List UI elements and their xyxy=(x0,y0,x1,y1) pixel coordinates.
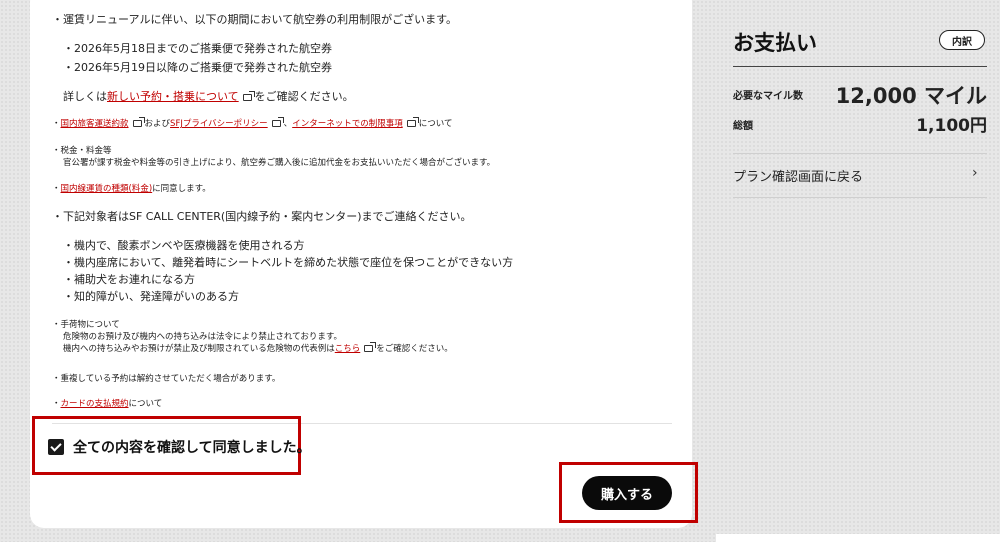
carriage-terms-link[interactable]: 国内旅客運送約款 xyxy=(61,119,129,129)
target-oxygen: ・機内で、酸素ボンベや医療機器を使用される方 xyxy=(63,239,305,252)
card-payment-terms-link[interactable]: カードの支払規約 xyxy=(61,399,129,409)
summary-divider-top xyxy=(733,153,987,154)
ticket-period-b: ・2026年5月19日以降のご搭乗便で発券された航空券 xyxy=(63,61,332,74)
payment-title: お支払い xyxy=(733,31,817,55)
baggage-line2: 機内への持ち込みやお預けが禁止及び制限されている危険物の代表例はこちら をご確認く… xyxy=(63,342,453,355)
external-link-icon xyxy=(406,117,419,127)
terms-and: および xyxy=(144,119,171,129)
sidebar-bottom-strip xyxy=(716,534,1000,542)
fare-type-link[interactable]: 国内線運賃の種類(料金) xyxy=(61,184,153,194)
summary-divider-bottom xyxy=(733,197,987,198)
terms-comma: 、 xyxy=(283,119,293,129)
dangerous-goods-link[interactable]: こちら xyxy=(335,344,361,354)
baggage-line2-suffix: をご確認ください。 xyxy=(376,344,453,354)
total-label: 総額 xyxy=(733,121,753,132)
miles-value: 12,000 マイル xyxy=(835,84,987,108)
external-link-icon xyxy=(364,342,377,352)
external-link-icon xyxy=(242,91,255,101)
payment-divider xyxy=(733,66,987,67)
baggage-line1: 危険物のお預け及び機内への持ち込みは法令により禁止されております。 xyxy=(63,332,342,342)
duplicate-booking-notice: ・重複している予約は解約させていただく場合があります。 xyxy=(52,374,281,384)
breakdown-button[interactable]: 内訳 xyxy=(939,30,985,50)
fare-type-suffix: に同意します。 xyxy=(152,184,211,194)
fare-renewal-notice: ・運賃リニューアルに伴い、以下の期間において航空券の利用制限がございます。 xyxy=(52,13,458,26)
baggage-line2-prefix: 機内への持ち込みやお預けが禁止及び制限されている危険物の代表例は xyxy=(63,344,335,354)
details-prefix: 詳しくは xyxy=(63,90,107,103)
new-booking-link[interactable]: 新しい予約・搭乗について xyxy=(107,90,239,103)
ticket-period-a: ・2026年5月18日までのご搭乗便で発券された航空券 xyxy=(63,42,332,55)
fare-type-line: ・国内線運賃の種類(料金)に同意します。 xyxy=(52,184,211,195)
terms-suffix: について xyxy=(418,119,453,129)
agreement-label[interactable]: 全ての内容を確認して同意しました。 xyxy=(73,437,311,457)
external-link-icon xyxy=(271,117,284,127)
details-line: 詳しくは新しい予約・搭乗について をご確認ください。 xyxy=(63,90,354,105)
card-bullet: ・ xyxy=(52,399,61,409)
target-service-dog: ・補助犬をお連れになる方 xyxy=(63,273,195,286)
back-to-plan-link[interactable]: プラン確認画面に戻る xyxy=(733,166,863,185)
fare-type-bullet: ・ xyxy=(52,184,61,194)
purchase-button[interactable]: 購入する xyxy=(582,476,672,510)
privacy-policy-link[interactable]: SFJプライバシーポリシー xyxy=(170,119,268,129)
card-terms-line: ・カードの支払規約について xyxy=(52,399,162,410)
terms-line: ・国内旅客運送約款 およびSFJプライバシーポリシー 、インターネットでの制限事項 に… xyxy=(52,117,453,130)
total-value: 1,100円 xyxy=(916,116,987,136)
terms-bullet: ・ xyxy=(52,119,61,129)
card-suffix: について xyxy=(128,399,163,409)
details-suffix: をご確認ください。 xyxy=(254,90,354,103)
tax-body: 官公署が課す税金や料金等の引き上げにより、航空券ご購入後に追加代金をお支払いいた… xyxy=(63,158,496,168)
internet-restrictions-link[interactable]: インターネットでの制限事項 xyxy=(292,119,403,129)
chevron-right-icon: › xyxy=(972,165,978,181)
target-disability: ・知的障がい、発達障がいのある方 xyxy=(63,290,239,303)
external-link-icon xyxy=(132,117,145,127)
miles-label: 必要なマイル数 xyxy=(733,91,803,102)
tax-title: ・税金・料金等 xyxy=(52,146,112,156)
contact-notice: ・下記対象者はSF CALL CENTER(国内線予約・案内センター)までご連絡… xyxy=(52,210,472,223)
target-seatbelt: ・機内座席において、離発着時にシートベルトを締めた状態で座位を保つことができない… xyxy=(63,256,514,269)
checkbox-checked-icon[interactable] xyxy=(48,439,64,455)
baggage-title: ・手荷物について xyxy=(52,320,120,330)
